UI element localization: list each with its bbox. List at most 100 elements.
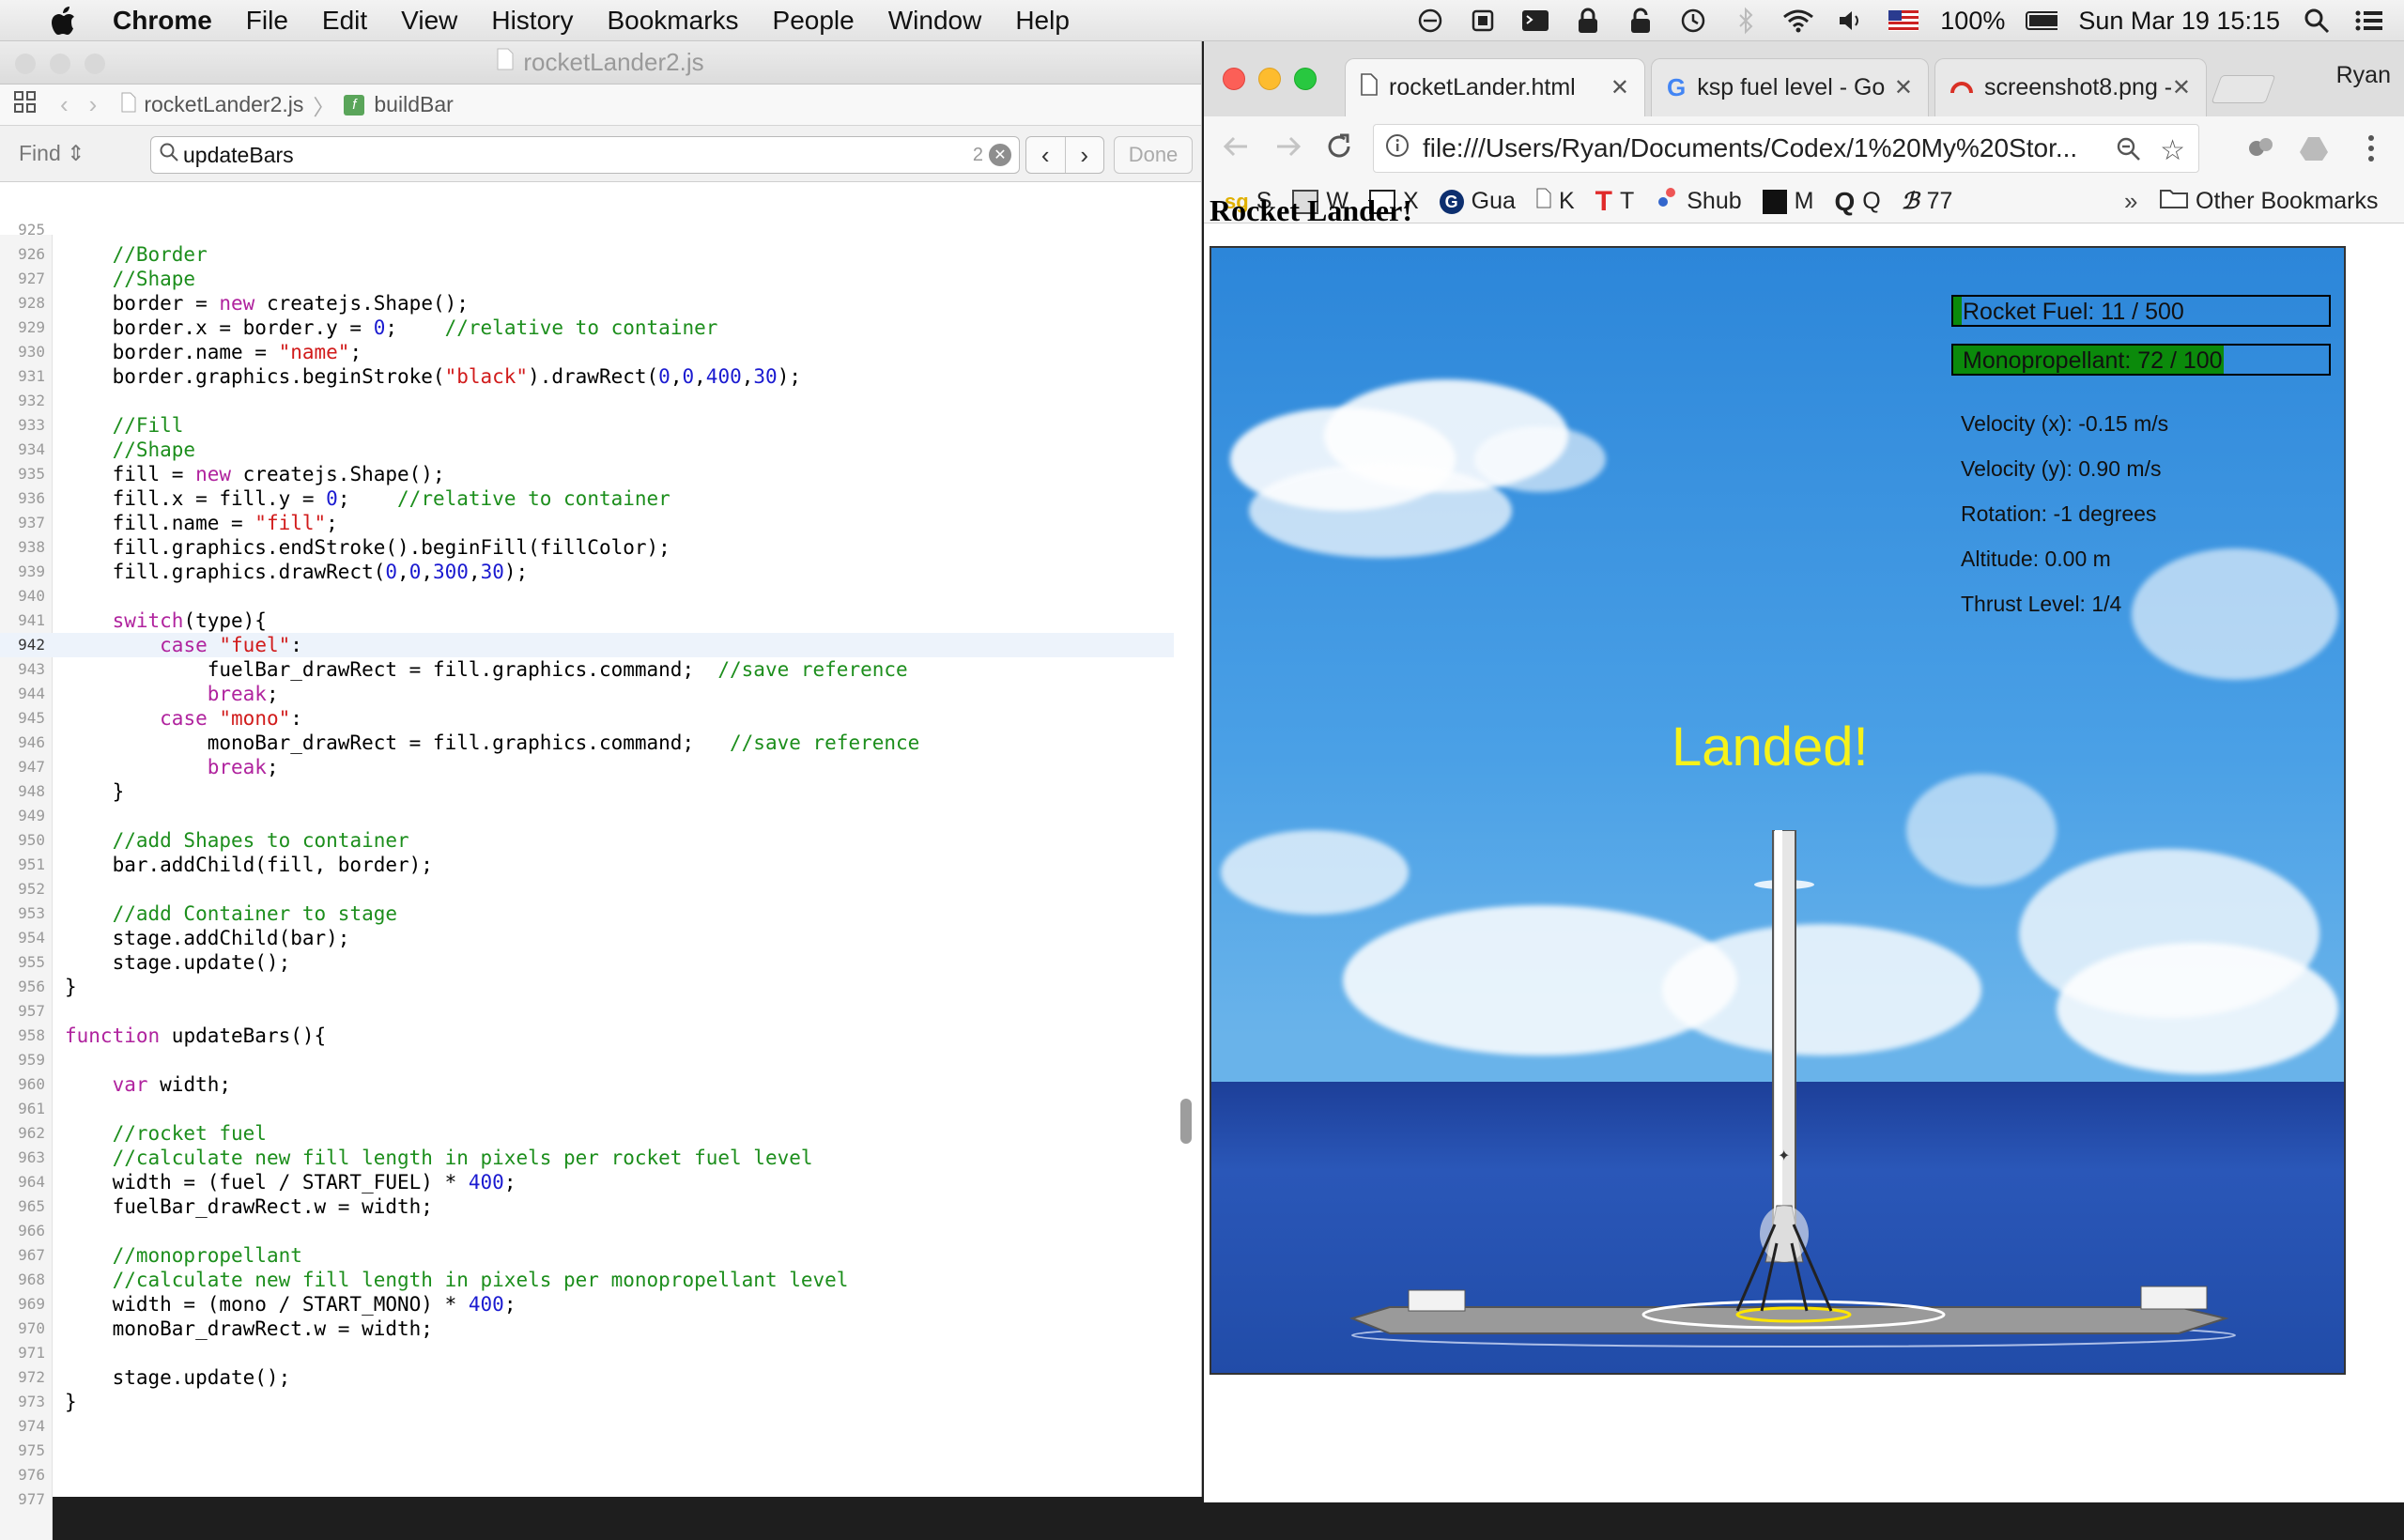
code-line[interactable]: 927 //Shape	[0, 267, 1174, 291]
grid-icon[interactable]	[13, 90, 38, 120]
bookmark-q[interactable]: QQ	[1834, 187, 1880, 217]
back-arrow-icon[interactable]: ‹	[60, 90, 69, 119]
code-line[interactable]: 944 break;	[0, 682, 1174, 706]
code-line[interactable]: 936 fill.x = fill.y = 0; //relative to c…	[0, 486, 1174, 511]
bookmark-shub[interactable]: Shub	[1655, 186, 1742, 217]
code-line[interactable]: 969 width = (mono / START_MONO) * 400;	[0, 1292, 1174, 1317]
code-line[interactable]: 977	[0, 1487, 1174, 1512]
breadcrumb-file[interactable]: rocketLander2.js	[144, 92, 303, 117]
browser-zoom-button[interactable]	[1294, 68, 1317, 90]
clock-datetime[interactable]: Sun Mar 19 15:15	[2078, 7, 2280, 36]
bookmark-k[interactable]: K	[1536, 188, 1575, 215]
tab-close-icon[interactable]: ✕	[1610, 74, 1629, 101]
code-line[interactable]: 967 //monopropellant	[0, 1243, 1174, 1268]
other-bookmarks-folder[interactable]: Other Bookmarks	[2160, 187, 2379, 216]
code-line[interactable]: 966	[0, 1219, 1174, 1243]
code-line[interactable]: 938 fill.graphics.endStroke().beginFill(…	[0, 535, 1174, 560]
forward-icon[interactable]	[1273, 131, 1303, 166]
tab-google-search[interactable]: G ksp fuel level - Go ✕	[1651, 58, 1929, 116]
do-not-disturb-icon[interactable]	[1414, 7, 1446, 35]
code-line[interactable]: 932	[0, 389, 1174, 413]
back-icon[interactable]	[1221, 131, 1251, 166]
bookmark-gua[interactable]: G Gua	[1439, 188, 1516, 215]
code-line[interactable]: 965 fuelBar_drawRect.w = width;	[0, 1194, 1174, 1219]
time-machine-icon[interactable]	[1677, 7, 1709, 35]
extension-drive-icon[interactable]	[2299, 135, 2329, 166]
code-line[interactable]: 925	[0, 218, 1174, 242]
clipboard-icon[interactable]	[1467, 7, 1499, 35]
terminal-icon[interactable]	[1519, 7, 1551, 35]
battery-icon[interactable]	[2026, 7, 2058, 35]
code-line[interactable]: 951 bar.addChild(fill, border);	[0, 853, 1174, 877]
code-line[interactable]: 946 monoBar_drawRect = fill.graphics.com…	[0, 731, 1174, 755]
volume-icon[interactable]	[1835, 7, 1867, 35]
clear-search-icon[interactable]: ✕	[989, 144, 1011, 166]
spotlight-search-icon[interactable]	[2301, 7, 2333, 35]
editor-zoom-button[interactable]	[85, 54, 105, 74]
menu-app-name[interactable]: Chrome	[113, 6, 212, 36]
tab-close-icon[interactable]: ✕	[1894, 74, 1913, 101]
code-line[interactable]: 962 //rocket fuel	[0, 1121, 1174, 1146]
code-line[interactable]: 937 fill.name = "fill";	[0, 511, 1174, 535]
code-line[interactable]: 957	[0, 999, 1174, 1024]
chrome-menu-icon[interactable]	[2366, 133, 2376, 168]
find-previous-button[interactable]: ‹	[1026, 137, 1066, 173]
code-line[interactable]: 976	[0, 1463, 1174, 1487]
code-line[interactable]: 956}	[0, 975, 1174, 999]
code-line[interactable]: 949	[0, 804, 1174, 828]
code-line[interactable]: 955 stage.update();	[0, 950, 1174, 975]
tab-rocket-lander[interactable]: rocketLander.html ✕	[1345, 58, 1645, 116]
code-line[interactable]: 952	[0, 877, 1174, 901]
code-line[interactable]: 971	[0, 1341, 1174, 1365]
unlock-icon[interactable]	[1625, 7, 1657, 35]
editor-minimize-button[interactable]	[50, 54, 70, 74]
code-line[interactable]: 958 function updateBars(){	[0, 1024, 1174, 1048]
breadcrumb-function[interactable]: buildBar	[374, 92, 453, 117]
code-line[interactable]: 960 var width;	[0, 1072, 1174, 1097]
bookmark-77[interactable]: ℬ 77	[1902, 188, 1953, 215]
find-done-button[interactable]: Done	[1114, 136, 1193, 174]
code-line[interactable]: 929 border.x = border.y = 0; //relative …	[0, 316, 1174, 340]
bluetooth-icon[interactable]	[1730, 7, 1762, 35]
apple-icon[interactable]	[38, 6, 90, 36]
code-line[interactable]: 940	[0, 584, 1174, 608]
find-next-button[interactable]: ›	[1066, 137, 1104, 173]
code-line[interactable]: 964 width = (fuel / START_FUEL) * 400;	[0, 1170, 1174, 1194]
menu-history[interactable]: History	[491, 6, 573, 36]
find-mode-selector[interactable]: Find ⇕	[19, 141, 141, 166]
lock-icon[interactable]	[1572, 7, 1604, 35]
wifi-icon[interactable]	[1782, 7, 1814, 35]
code-line[interactable]: 968 //calculate new fill length in pixel…	[0, 1268, 1174, 1292]
extension-icon[interactable]	[2246, 133, 2276, 168]
menu-people[interactable]: People	[773, 6, 855, 36]
profile-name[interactable]: Ryan	[2336, 62, 2391, 89]
code-line[interactable]: 975	[0, 1439, 1174, 1463]
code-line[interactable]: 953 //add Container to stage	[0, 901, 1174, 926]
menu-window[interactable]: Window	[888, 6, 982, 36]
code-line[interactable]: 947 break;	[0, 755, 1174, 779]
code-line[interactable]: 942 case "fuel":	[0, 633, 1174, 657]
battery-percent[interactable]: 100%	[1940, 7, 2005, 36]
new-tab-button[interactable]	[2211, 75, 2276, 103]
menu-bookmarks[interactable]: Bookmarks	[607, 6, 738, 36]
bookmark-t[interactable]: TT	[1595, 186, 1635, 218]
browser-minimize-button[interactable]	[1258, 68, 1281, 90]
code-line[interactable]: 974	[0, 1414, 1174, 1439]
find-input[interactable]: updateBars 2 ✕	[150, 136, 1020, 174]
tab-close-icon[interactable]: ✕	[2172, 74, 2191, 101]
code-line[interactable]: 934 //Shape	[0, 438, 1174, 462]
code-line[interactable]: 972 stage.update();	[0, 1365, 1174, 1390]
menu-edit[interactable]: Edit	[322, 6, 367, 36]
editor-close-button[interactable]	[15, 54, 36, 74]
code-line[interactable]: 954 stage.addChild(bar);	[0, 926, 1174, 950]
code-line[interactable]: 948 }	[0, 779, 1174, 804]
code-line[interactable]: 950 //add Shapes to container	[0, 828, 1174, 853]
bookmark-m[interactable]: M	[1762, 188, 1813, 215]
code-line[interactable]: 941 switch(type){	[0, 608, 1174, 633]
code-area[interactable]: 925 926 //Border 927 //Shape 928 border = n…	[0, 221, 1202, 1540]
code-line[interactable]: 926 //Border	[0, 242, 1174, 267]
code-line[interactable]: 928 border = new createjs.Shape();	[0, 291, 1174, 316]
game-canvas[interactable]: ✦ Rocket Fuel: 11 / 500 Monopropellant: …	[1210, 246, 2346, 1375]
code-line[interactable]: 943 fuelBar_drawRect = fill.graphics.com…	[0, 657, 1174, 682]
us-flag-icon[interactable]	[1888, 7, 1919, 35]
